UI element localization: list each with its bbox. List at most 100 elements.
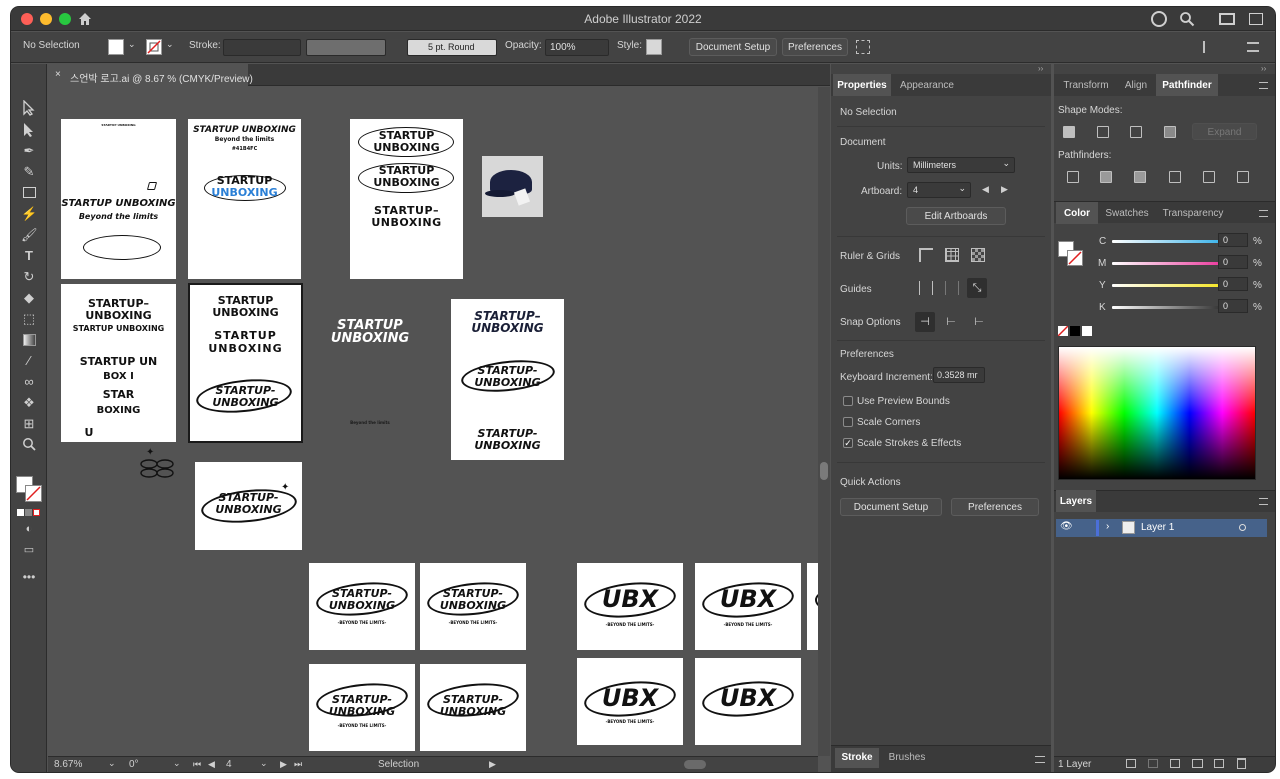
artboard-10[interactable]: UBX -BEYOND THE LIMITS- <box>577 563 683 650</box>
draw-mode-icon[interactable]: ◐ <box>21 521 37 537</box>
tab-color[interactable]: Color <box>1056 202 1098 224</box>
expand-layer-icon[interactable]: › <box>1106 521 1109 532</box>
fill-swatch[interactable] <box>108 39 124 55</box>
artboard-13[interactable]: STARTUP- UNBOXING -BEYOND THE LIMITS- <box>309 664 415 751</box>
transparency-grid-icon[interactable] <box>971 248 985 262</box>
opacity-field[interactable]: 100% <box>545 39 609 56</box>
stroke-dropdown-icon[interactable]: ⌄ <box>166 39 174 50</box>
properties-collapse-icon[interactable]: ›› <box>1038 64 1043 73</box>
expand-button[interactable]: Expand <box>1192 123 1257 140</box>
fill-dropdown-icon[interactable]: ⌄ <box>128 39 136 50</box>
crop-icon[interactable] <box>1169 171 1181 183</box>
artboard-16[interactable]: UBX <box>695 658 801 745</box>
next-artboard-icon[interactable]: ▶ <box>280 759 287 770</box>
pathfinder-menu-icon[interactable] <box>1259 82 1268 89</box>
artboard-8[interactable]: STARTUP- UNBOXING -BEYOND THE LIMITS- <box>309 563 415 650</box>
none-swatch[interactable] <box>1057 325 1069 337</box>
artboard-2[interactable]: STARTUP UNBOXING Beyond the limits #41B4… <box>188 119 301 279</box>
sparkle-mark[interactable]: ✦ <box>146 447 154 458</box>
export-icon[interactable] <box>1126 759 1136 768</box>
artboard-tool-icon[interactable]: ⊞ <box>21 416 37 432</box>
intersect-icon[interactable] <box>1130 126 1142 138</box>
outline-icon[interactable] <box>1203 171 1215 183</box>
scroll-thumb[interactable] <box>820 462 828 480</box>
artboard-3[interactable]: STARTUP– UNBOXING STARTUP UNBOXING START… <box>61 284 176 442</box>
tab-pathfinder[interactable]: Pathfinder <box>1156 74 1218 96</box>
stroke-swatch[interactable] <box>146 39 162 55</box>
show-guides-icon[interactable] <box>919 281 933 295</box>
close-tab-icon[interactable]: × <box>55 69 61 80</box>
divide-icon[interactable] <box>1067 171 1079 183</box>
screen-mode-icon[interactable]: ▭ <box>21 542 37 558</box>
layer-row[interactable]: 👁 › Layer 1 <box>1056 519 1267 537</box>
cap-photo[interactable] <box>482 156 543 217</box>
type-tool-icon[interactable]: T <box>21 248 37 264</box>
document-tab[interactable]: × 스언박 로고.ai @ 8.67 % (CMYK/Preview) <box>48 64 253 86</box>
locate-icon[interactable] <box>1148 759 1158 768</box>
first-artboard-icon[interactable]: ⏮ <box>193 759 201 770</box>
search-icon[interactable] <box>1179 11 1195 27</box>
arrange-icon[interactable] <box>856 40 870 54</box>
artboard-number[interactable]: 4 <box>226 759 232 770</box>
artboard-dropdown-icon[interactable]: ⌄ <box>260 758 268 769</box>
zoom-tool-icon[interactable] <box>21 437 37 453</box>
unite-icon[interactable] <box>1063 126 1075 138</box>
clipping-mask-icon[interactable] <box>1170 759 1180 768</box>
qa-document-setup-button[interactable]: Document Setup <box>840 498 942 516</box>
paintbrush-tool-icon[interactable]: 🖌 <box>21 227 38 243</box>
artboard-9[interactable]: STARTUP- UNBOXING -BEYOND THE LIMITS- <box>420 563 526 650</box>
panel-menu-icon[interactable] <box>1247 42 1259 52</box>
trim-icon[interactable] <box>1100 171 1112 183</box>
white-swatch[interactable] <box>1082 326 1092 336</box>
tab-align[interactable]: Align <box>1118 74 1154 96</box>
more-tools-icon[interactable]: ••• <box>21 569 37 585</box>
eyedropper-tool-icon[interactable]: ⁄ <box>21 353 37 369</box>
panel-toggle-icon[interactable] <box>1249 13 1263 25</box>
black-swatch[interactable] <box>1070 326 1080 336</box>
blend-tool-icon[interactable]: ∞ <box>21 374 37 390</box>
brush-definition[interactable]: 5 pt. Round <box>407 39 497 56</box>
rotation-value[interactable]: 0° <box>129 759 139 770</box>
layer-target-icon[interactable] <box>1239 524 1246 531</box>
minus-back-icon[interactable] <box>1237 171 1249 183</box>
rectangle-tool-icon[interactable] <box>21 185 37 201</box>
artboard-12[interactable] <box>807 563 818 650</box>
prev-artboard-icon[interactable]: ◀ <box>208 759 215 770</box>
free-transform-tool-icon[interactable]: ⬚ <box>21 311 37 327</box>
qa-preferences-button[interactable]: Preferences <box>951 498 1039 516</box>
exclude-icon[interactable] <box>1164 126 1176 138</box>
color-menu-icon[interactable] <box>1259 210 1268 217</box>
merge-icon[interactable] <box>1134 171 1146 183</box>
zoom-dropdown-icon[interactable]: ⌄ <box>108 758 116 769</box>
lock-guides-icon[interactable] <box>945 281 959 295</box>
right-collapse-icon[interactable]: ›› <box>1261 64 1266 73</box>
tab-brushes[interactable]: Brushes <box>883 748 931 768</box>
rotation-dropdown-icon[interactable]: ⌄ <box>173 758 181 769</box>
eraser-tool-icon[interactable]: ◆ <box>21 290 37 306</box>
tab-transparency[interactable]: Transparency <box>1156 202 1230 224</box>
new-layer-icon[interactable] <box>1214 759 1224 768</box>
layer-name[interactable]: Layer 1 <box>1141 522 1174 533</box>
tab-transform[interactable]: Transform <box>1056 74 1116 96</box>
channel-k-value-box[interactable]: 0 <box>1218 299 1248 313</box>
fill-stroke-widget[interactable] <box>16 476 42 502</box>
artboard-6[interactable]: STARTUP UNBOXING STARTUP UNBOXING STARTU… <box>350 119 463 279</box>
tab-swatches[interactable]: Swatches <box>1100 202 1154 224</box>
shaper-tool-icon[interactable]: ⚡ <box>21 206 37 222</box>
snap-to-glyph-icon[interactable]: ⊢ <box>971 315 987 329</box>
direct-selection-tool-icon[interactable] <box>21 122 37 138</box>
document-setup-button[interactable]: Document Setup <box>689 38 777 56</box>
keyboard-increment-field[interactable]: 0.3528 mr <box>933 367 985 383</box>
channel-m-value-box[interactable]: 0 <box>1218 255 1248 269</box>
last-artboard-icon[interactable]: ⏭ <box>294 759 302 770</box>
layers-menu-icon[interactable] <box>1259 498 1268 505</box>
pen-tool-icon[interactable]: ✒ <box>21 143 37 159</box>
channel-c-value-box[interactable]: 0 <box>1218 233 1248 247</box>
minus-front-icon[interactable] <box>1097 126 1109 138</box>
visibility-eye-icon[interactable]: 👁 <box>1060 521 1073 532</box>
artboard-5[interactable]: STARTUP- UNBOXING ✦ <box>195 462 302 550</box>
next-artboard-arrow-icon[interactable]: ▶ <box>1001 184 1008 195</box>
curvature-tool-icon[interactable]: ✎ <box>21 164 37 180</box>
channel-y-value-box[interactable]: 0 <box>1218 277 1248 291</box>
color-fill-stroke-widget[interactable] <box>1058 231 1086 271</box>
